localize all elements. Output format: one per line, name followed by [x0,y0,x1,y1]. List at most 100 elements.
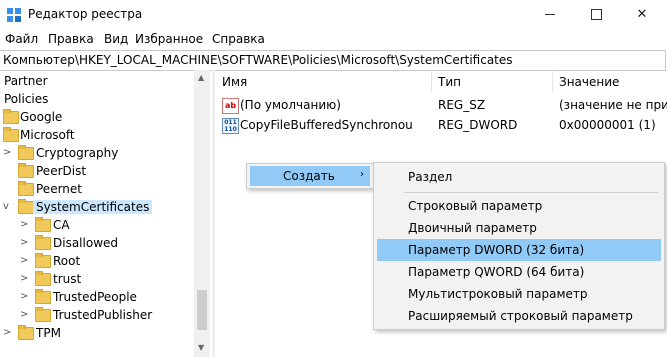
tree-pane: Partner Policies Google Microsoft > Cryp… [0,70,210,357]
chevron-down-icon[interactable]: v [3,201,9,212]
chevron-right-icon[interactable]: > [20,255,28,266]
scroll-down-icon[interactable]: ▼ [198,343,204,352]
column-header-type[interactable]: Тип [432,70,553,92]
value-data: 0x00000001 (1) [559,118,656,132]
tree-item-label: Google [20,110,63,124]
tree-item-label: Policies [4,92,49,106]
menu-separator [404,192,658,193]
folder-icon [18,145,34,160]
tree-item-label: Peernet [36,182,82,196]
folder-icon [18,163,34,178]
tree-item[interactable]: Policies [0,90,195,108]
table-row[interactable]: 011 110 CopyFileBufferedSynchronousIo REG… [216,116,667,134]
value-data: (значение не присв [559,98,667,112]
tree-item[interactable]: Peernet [0,180,195,198]
tree-item[interactable]: > Cryptography [0,144,195,162]
menu-item-dword-value[interactable]: Параметр DWORD (32 бита) [377,239,661,261]
table-row[interactable]: ab (По умолчанию) REG_SZ (значение не пр… [216,96,667,114]
menu-file[interactable]: Файл [5,32,38,46]
title-bar: Редактор реестра ✕ [0,0,667,29]
chevron-right-icon[interactable]: > [20,291,28,302]
menu-item-string-value[interactable]: Строковый параметр [377,195,661,217]
column-header-name[interactable]: Имя [216,70,432,92]
folder-icon [35,289,51,304]
menu-view[interactable]: Вид [104,32,128,46]
menu-item-label: Мультистроковый параметр [408,287,588,301]
pane-splitter[interactable] [212,70,215,357]
menu-item-label: Расширяемый строковый параметр [408,309,633,323]
column-header-label: Тип [438,75,461,89]
tree-item-label: SystemCertificates [33,200,153,214]
folder-icon [35,217,51,232]
submenu-arrow-icon: › [360,169,364,180]
menu-item-qword-value[interactable]: Параметр QWORD (64 бита) [377,261,661,283]
tree-item-label: TrustedPublisher [53,308,153,322]
tree-item-label: trust [53,272,82,286]
folder-icon [35,253,51,268]
maximize-button[interactable] [573,0,619,29]
menu-item-label: Строковый параметр [408,199,543,213]
column-header-label: Значение [559,75,620,89]
menu-item-key[interactable]: Раздел [377,166,661,188]
address-path: Компьютер\HKEY_LOCAL_MACHINE\SOFTWARE\Po… [3,53,513,67]
string-value-icon: ab [222,98,239,114]
tree-item[interactable]: Google [0,108,195,126]
tree-item-label: TrustedPeople [53,290,137,304]
folder-icon [35,235,51,250]
tree-item[interactable]: > Root [0,252,195,270]
menu-item-label: Двоичный параметр [408,221,537,235]
tree-item[interactable]: > CA [0,216,195,234]
value-name: CopyFileBufferedSynchronousIo [240,118,412,132]
tree-scrollbar[interactable]: ▲ ▼ [194,70,210,357]
chevron-right-icon[interactable]: > [20,309,28,320]
column-header-label: Имя [222,75,248,89]
tree-item-label: Partner [4,74,48,88]
chevron-right-icon[interactable]: > [3,147,11,158]
menu-item-multi-string-value[interactable]: Мультистроковый параметр [377,283,661,305]
address-bar[interactable]: Компьютер\HKEY_LOCAL_MACHINE\SOFTWARE\Po… [0,50,666,71]
scroll-up-icon[interactable]: ▲ [198,73,204,82]
tree-item-label: TPM [36,326,61,340]
tree-item[interactable]: > TPM [0,324,195,342]
tree-item-label: CA [53,218,70,232]
menu-item-label: Раздел [408,170,453,184]
tree-item-label: Root [53,254,81,268]
tree-item-label: PeerDist [36,164,87,178]
window-title: Редактор реестра [28,7,143,21]
scrollbar-thumb[interactable] [197,290,207,330]
menu-item-expandable-string-value[interactable]: Расширяемый строковый параметр [377,305,661,327]
registry-editor-icon [7,8,21,22]
chevron-right-icon[interactable]: > [20,273,28,284]
tree-item[interactable]: > TrustedPublisher [0,306,195,324]
tree-item[interactable]: Microsoft [0,126,195,144]
column-header-value[interactable]: Значение [553,70,667,92]
tree-item[interactable]: > trust [0,270,195,288]
tree-item-label: Microsoft [20,128,75,142]
folder-icon [3,127,19,142]
folder-icon [18,199,34,214]
tree-item[interactable]: > Disallowed [0,234,195,252]
tree-item-selected[interactable]: v SystemCertificates [0,198,195,216]
chevron-right-icon[interactable]: > [20,237,28,248]
close-button[interactable]: ✕ [619,0,665,29]
chevron-right-icon[interactable]: > [20,219,28,230]
tree-item-label: Disallowed [53,236,119,250]
menu-item-label: Параметр QWORD (64 бита) [408,265,585,279]
tree-item[interactable]: Partner [0,72,195,90]
tree-item[interactable]: PeerDist [0,162,195,180]
menu-favorites[interactable]: Избранное [135,32,203,46]
tree-item-label: Cryptography [36,146,119,160]
menu-item-create[interactable]: Создать › [250,166,370,186]
menu-help[interactable]: Справка [212,32,265,46]
folder-icon [3,109,19,124]
value-type: REG_DWORD [438,118,518,132]
minimize-button[interactable] [527,0,573,29]
menu-item-label: Параметр DWORD (32 бита) [408,243,585,257]
value-type: REG_SZ [438,98,486,112]
menu-edit[interactable]: Правка [48,32,94,46]
menu-item-binary-value[interactable]: Двоичный параметр [377,217,661,239]
menu-item-label: Создать [283,169,335,183]
tree-item[interactable]: > TrustedPeople [0,288,195,306]
chevron-right-icon[interactable]: > [3,327,11,338]
context-menu: Создать › [246,163,374,189]
